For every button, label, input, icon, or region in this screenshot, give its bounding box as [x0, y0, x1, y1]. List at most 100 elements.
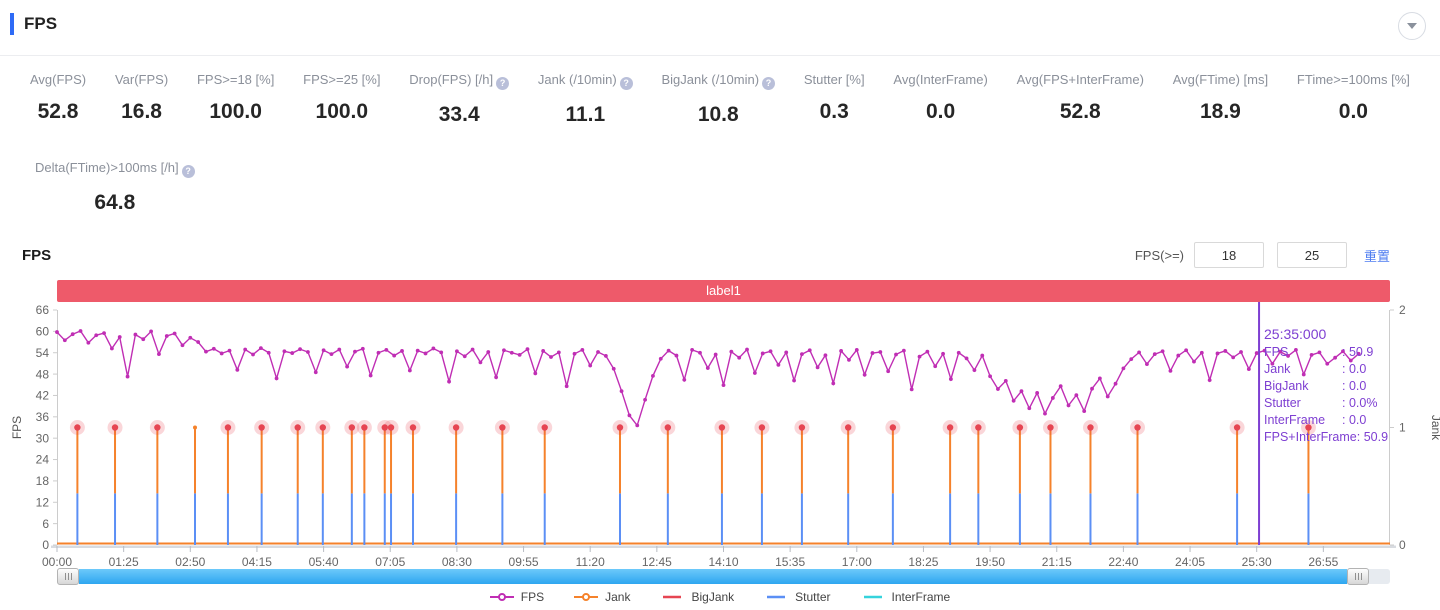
stat-label: Avg(FPS) — [30, 72, 86, 87]
svg-text:54: 54 — [36, 346, 50, 360]
label-band: label1 — [57, 280, 1390, 302]
svg-text:24: 24 — [36, 453, 50, 467]
stat-column: Var(FPS) 16.8 — [115, 72, 168, 127]
svg-text:08:30: 08:30 — [442, 555, 472, 569]
scrollbar-handle-right[interactable] — [1347, 568, 1369, 585]
legend-item-jank[interactable]: Jank — [574, 590, 630, 604]
tooltip-row-value: : 0.0 — [1342, 362, 1366, 376]
stat-label: FTime>=100ms [%] — [1297, 72, 1410, 87]
legend-stutter-icon — [764, 592, 788, 602]
stat-label: FPS>=25 [%] — [303, 72, 380, 87]
stat-value: 11.1 — [538, 103, 633, 127]
help-icon[interactable]: ? — [182, 165, 195, 178]
stat-label: Jank (/10min)? — [538, 72, 633, 90]
stat-value: 100.0 — [197, 100, 274, 124]
stat-column: Avg(FTime) [ms] 18.9 — [1173, 72, 1268, 127]
svg-text:25:30: 25:30 — [1242, 555, 1272, 569]
tooltip-row: BigJank: 0.0 — [1264, 378, 1434, 395]
fps-panel: FPS Avg(FPS)52.8Var(FPS)16.8FPS>=18 [%]1… — [0, 0, 1440, 610]
scrollbar-bar[interactable] — [79, 569, 1347, 584]
stat-label: Avg(InterFrame) — [893, 72, 987, 87]
tooltip-row-value: : 0.0 — [1342, 379, 1366, 393]
stat-column: Jank (/10min)? 11.1 — [538, 72, 633, 127]
legend-item-stutter[interactable]: Stutter — [764, 590, 830, 604]
tooltip-row: Stutter: 0.0% — [1264, 395, 1434, 412]
fps-min-input[interactable] — [1194, 242, 1264, 268]
stat-value: 64.8 — [35, 191, 195, 215]
stat-label: Delta(FTime)>100ms [/h]? — [35, 160, 195, 178]
svg-text:6: 6 — [42, 517, 49, 531]
help-icon[interactable]: ? — [496, 77, 509, 90]
svg-text:60: 60 — [36, 325, 50, 339]
stat-value: 33.4 — [409, 103, 509, 127]
legend-item-fps[interactable]: FPS — [490, 590, 544, 604]
svg-text:18: 18 — [36, 474, 50, 488]
legend-item-bigjank[interactable]: BigJank — [660, 590, 734, 604]
tooltip-time: 25:35:000 — [1264, 325, 1434, 344]
fps-chart[interactable]: 0612182430364248546066012FPSJank00:0001:… — [57, 310, 1390, 545]
svg-text:18:25: 18:25 — [908, 555, 938, 569]
stat-column: Avg(FPS)52.8 — [30, 72, 86, 127]
stats-row-2: Delta(FTime)>100ms [/h]? 64.8 — [35, 160, 195, 215]
stat-column: FPS>=25 [%]100.0 — [303, 72, 380, 127]
stat-label: Avg(FTime) [ms] — [1173, 72, 1268, 87]
stat-label: BigJank (/10min)? — [662, 72, 776, 90]
legend-bigjank-icon — [660, 592, 684, 602]
stat-value: 0.3 — [804, 100, 865, 124]
svg-text:30: 30 — [36, 431, 50, 445]
stat-value: 0.0 — [1297, 100, 1410, 124]
svg-text:2: 2 — [1399, 303, 1406, 317]
tooltip-row-label: BigJank — [1264, 378, 1342, 395]
svg-text:09:55: 09:55 — [509, 555, 539, 569]
reset-link[interactable]: 重置 — [1364, 246, 1390, 265]
tooltip-row-value: : 50.9 — [1342, 345, 1373, 359]
collapse-button[interactable] — [1398, 12, 1426, 40]
svg-text:22:40: 22:40 — [1108, 555, 1138, 569]
stat-label: Drop(FPS) [/h]? — [409, 72, 509, 90]
legend-label: BigJank — [691, 590, 734, 604]
tooltip-row: InterFrame: 0.0 — [1264, 412, 1434, 429]
stat-value: 18.9 — [1173, 100, 1268, 124]
svg-text:15:35: 15:35 — [775, 555, 805, 569]
tooltip-row-value: : 50.9 — [1357, 430, 1388, 444]
help-icon[interactable]: ? — [762, 77, 775, 90]
tooltip-row-value: : 0.0 — [1342, 413, 1366, 427]
stat-value: 0.0 — [893, 100, 987, 124]
tooltip-row-label: Jank — [1264, 361, 1342, 378]
svg-text:07:05: 07:05 — [375, 555, 405, 569]
chart-title: FPS — [22, 247, 51, 264]
tooltip-row-label: InterFrame — [1264, 412, 1342, 429]
stat-value: 52.8 — [1017, 100, 1144, 124]
legend-label: Stutter — [795, 590, 830, 604]
legend-label: InterFrame — [892, 590, 951, 604]
svg-text:02:50: 02:50 — [175, 555, 205, 569]
legend-jank-icon — [574, 592, 598, 602]
stat-value: 10.8 — [662, 103, 776, 127]
tooltip-row-value: : 0.0% — [1342, 396, 1377, 410]
svg-text:42: 42 — [36, 389, 50, 403]
scrollbar-handle-left[interactable] — [57, 568, 79, 585]
svg-text:66: 66 — [36, 303, 50, 317]
svg-text:14:10: 14:10 — [708, 555, 738, 569]
scrollbar-track-remainder — [1369, 569, 1390, 584]
svg-text:36: 36 — [36, 410, 50, 424]
tooltip-row-label: Stutter — [1264, 395, 1342, 412]
chevron-down-icon — [1407, 23, 1417, 29]
stat-label: Var(FPS) — [115, 72, 168, 87]
help-icon[interactable]: ? — [620, 77, 633, 90]
svg-text:24:05: 24:05 — [1175, 555, 1205, 569]
stat-column: FPS>=18 [%] 100.0 — [197, 72, 274, 127]
fps-max-input[interactable] — [1277, 242, 1347, 268]
stat-label: Stutter [%] — [804, 72, 865, 87]
grip-icon — [68, 573, 69, 580]
chart-tooltip: 25:35:000 FPS: 50.9Jank: 0.0BigJank: 0.0… — [1264, 325, 1434, 446]
chart-controls: FPS(>=) 重置 — [1135, 241, 1390, 269]
svg-text:04:15: 04:15 — [242, 555, 272, 569]
svg-text:48: 48 — [36, 367, 50, 381]
tooltip-row-label: FPS+InterFrame — [1264, 429, 1357, 446]
stat-value: 16.8 — [115, 100, 168, 124]
legend-item-interframe[interactable]: InterFrame — [861, 590, 951, 604]
svg-text:12: 12 — [36, 495, 50, 509]
stat-label: FPS>=18 [%] — [197, 72, 274, 87]
svg-text:FPS: FPS — [10, 416, 24, 439]
